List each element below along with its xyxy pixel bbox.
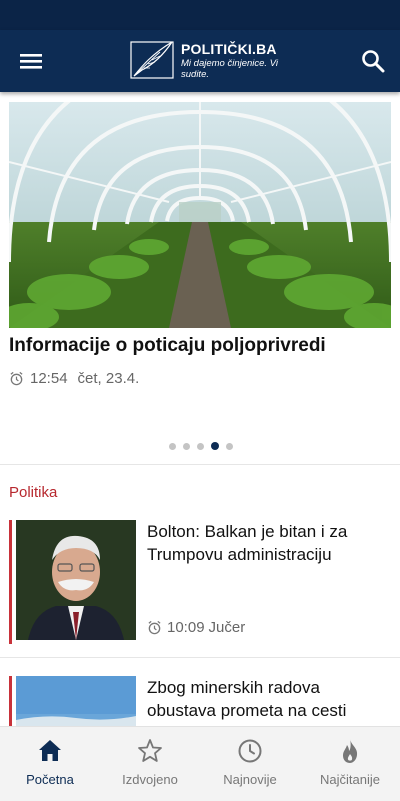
flame-icon: [343, 739, 358, 763]
carousel-dot[interactable]: [183, 442, 190, 450]
article-accent-bar: [9, 676, 12, 726]
section-label[interactable]: Politika: [9, 484, 57, 501]
hero-meta: 12:54 čet, 23.4.: [9, 370, 139, 387]
app-name: POLITIČKI.BA: [181, 41, 277, 57]
quill-logo-icon: [130, 41, 174, 79]
hamburger-menu-icon: [20, 54, 42, 69]
article-meta: 10:09 Jučer: [147, 619, 245, 636]
section-divider: [0, 464, 400, 465]
article-title: Zbog minerskih radova obustava prometa n…: [147, 678, 347, 726]
alarm-clock-icon: [10, 371, 23, 386]
nav-featured-label: Izdvojeno: [122, 772, 178, 787]
article-time: 10:09: [167, 619, 205, 636]
article-divider: [0, 657, 400, 658]
app-logo[interactable]: POLITIČKI.BA Mi dajemo činjenice. Vi sud…: [130, 40, 280, 84]
search-button[interactable]: [358, 46, 388, 76]
carousel-pagination: [169, 442, 233, 450]
hero-image-greenhouse[interactable]: [9, 102, 391, 328]
greenhouse-photo: [9, 102, 391, 328]
carousel-dot[interactable]: [169, 442, 176, 450]
app-bar: POLITIČKI.BA Mi dajemo činjenice. Vi sud…: [0, 30, 400, 92]
alarm-clock-icon: [148, 620, 161, 635]
article-thumbnail: [16, 520, 136, 640]
nav-featured[interactable]: Izdvojeno: [100, 737, 200, 793]
clock-icon: [238, 739, 262, 763]
nav-latest[interactable]: Najnovije: [200, 737, 300, 793]
carousel-dot[interactable]: [226, 442, 233, 450]
star-icon: [138, 739, 162, 762]
article-accent-bar: [9, 520, 12, 644]
nav-latest-label: Najnovije: [223, 772, 277, 787]
status-bar: [0, 0, 400, 30]
hero-time: 12:54: [30, 370, 68, 387]
nav-home-label: Početna: [26, 772, 74, 787]
nav-most-read-label: Najčitanije: [320, 772, 380, 787]
search-icon: [362, 50, 385, 73]
app-tagline: Mi dajemo činjenice. Vi sudite.: [181, 58, 278, 80]
article-card[interactable]: Zbog minerskih radova obustava prometa n…: [9, 676, 391, 726]
article-when: Jučer: [208, 619, 246, 636]
menu-button[interactable]: [14, 47, 48, 75]
nav-home[interactable]: Početna: [0, 737, 100, 793]
hero-date: čet, 23.4.: [77, 370, 140, 387]
carousel-dot[interactable]: [197, 442, 204, 450]
article-card[interactable]: Bolton: Balkan je bitan i za Trumpovu ad…: [9, 520, 391, 644]
article-thumbnail: [16, 676, 136, 726]
nav-most-read[interactable]: Najčitanije: [300, 737, 400, 793]
home-icon: [39, 740, 61, 761]
hero-headline[interactable]: Informacije o poticaju poljoprivredi: [9, 335, 326, 357]
bottom-navigation: Početna Izdvojeno Najnovije Najčitanije: [0, 726, 400, 801]
news-feed: Informacije o poticaju poljoprivredi 12:…: [0, 92, 400, 726]
carousel-dot[interactable]: [211, 442, 219, 450]
article-title: Bolton: Balkan je bitan i za Trumpovu ad…: [147, 522, 348, 564]
